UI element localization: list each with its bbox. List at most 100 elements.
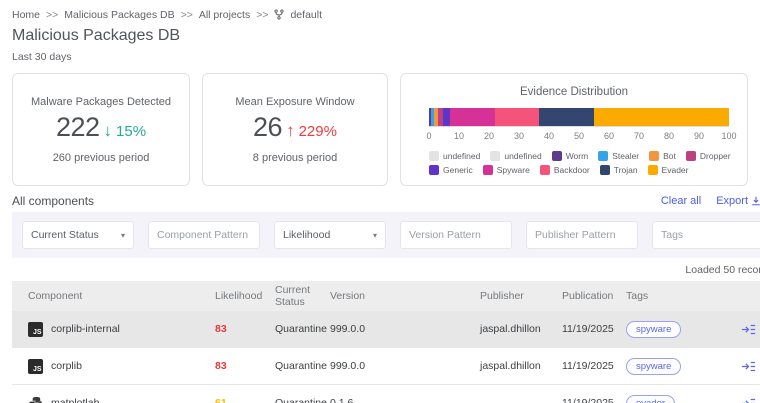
tag-chip[interactable]: spyware bbox=[626, 358, 681, 375]
legend-item-undefined[interactable]: undefined bbox=[490, 151, 541, 161]
table-row[interactable]: JS corplib-internal 83 Quarantine 999.0.… bbox=[12, 311, 760, 348]
js-package-icon: JS bbox=[28, 359, 43, 374]
stat-delta: 229% bbox=[299, 123, 337, 140]
breadcrumb-home[interactable]: Home bbox=[12, 9, 40, 21]
x-tick-label: 70 bbox=[634, 131, 644, 141]
version-value: 999.0.0 bbox=[330, 323, 480, 335]
tag-chip[interactable]: evader bbox=[626, 395, 675, 403]
legend-item-Generic[interactable]: Generic bbox=[429, 165, 473, 175]
legend-item-Worm[interactable]: Worm bbox=[552, 151, 589, 161]
export-label: Export bbox=[716, 195, 748, 207]
stat-label: Malware Packages Detected bbox=[31, 96, 171, 108]
legend-label: Evader bbox=[662, 165, 689, 175]
column-header-version: Version bbox=[330, 290, 480, 302]
breadcrumb-all-projects[interactable]: All projects bbox=[199, 9, 250, 21]
x-tick-label: 100 bbox=[721, 131, 736, 141]
legend-label: Spyware bbox=[497, 165, 530, 175]
legend-item-Evader[interactable]: Evader bbox=[648, 165, 689, 175]
x-tick-label: 90 bbox=[694, 131, 704, 141]
table-header-row: Component Likelihood Current Status Vers… bbox=[12, 281, 760, 311]
column-header-tags: Tags bbox=[626, 290, 728, 302]
bar-segment-Generic[interactable] bbox=[443, 108, 451, 126]
stacked-bar bbox=[429, 108, 729, 127]
malicious-packages-page: Home >> Malicious Packages DB >> All pro… bbox=[0, 0, 760, 403]
table-row[interactable]: JS corplib 83 Quarantine 999.0.0 jaspal.… bbox=[12, 348, 760, 385]
page-title: Malicious Packages DB bbox=[12, 27, 748, 45]
legend-label: Stealer bbox=[612, 151, 639, 161]
download-icon bbox=[751, 196, 760, 206]
filter-selected-value: Likelihood bbox=[283, 229, 330, 241]
bar-segment-Evader[interactable] bbox=[594, 108, 729, 126]
components-table: Component Likelihood Current Status Vers… bbox=[12, 281, 760, 403]
export-button[interactable]: Export bbox=[716, 195, 760, 207]
summary-cards-row: Malware Packages Detected 222 ↓ 15% 260 … bbox=[12, 73, 748, 186]
legend-item-undefined[interactable]: undefined bbox=[429, 151, 480, 161]
stat-previous-period: 8 previous period bbox=[253, 152, 337, 164]
current-status-filter[interactable]: Current Status ▾ bbox=[22, 221, 134, 249]
publisher-pattern-filter[interactable] bbox=[526, 221, 638, 249]
legend-swatch bbox=[648, 165, 658, 175]
x-tick-label: 30 bbox=[514, 131, 524, 141]
trend-down-icon: ↓ bbox=[104, 121, 113, 141]
likelihood-value: 83 bbox=[215, 360, 275, 372]
breadcrumb-separator: >> bbox=[256, 9, 268, 21]
legend-label: Worm bbox=[566, 151, 589, 161]
breadcrumb-separator: >> bbox=[46, 9, 58, 21]
table-row[interactable]: matplotlab 61 Quarantine 0.1.6 11/19/202… bbox=[12, 385, 760, 403]
x-tick-label: 80 bbox=[664, 131, 674, 141]
legend-item-Dropper[interactable]: Dropper bbox=[686, 151, 731, 161]
version-pattern-filter[interactable] bbox=[400, 221, 512, 249]
filter-bar: Current Status ▾ Likelihood ▾ bbox=[12, 212, 760, 258]
tag-chip[interactable]: spyware bbox=[626, 321, 681, 338]
open-details-icon[interactable] bbox=[741, 397, 756, 403]
publisher-pattern-input[interactable] bbox=[535, 229, 629, 241]
column-header-current-status: Current Status bbox=[275, 284, 330, 308]
breadcrumb-malicious-packages-db[interactable]: Malicious Packages DB bbox=[64, 9, 174, 21]
version-pattern-input[interactable] bbox=[409, 229, 503, 241]
component-pattern-input[interactable] bbox=[157, 229, 251, 241]
bar-segment-Spyware[interactable] bbox=[450, 108, 495, 126]
legend-item-Backdoor[interactable]: Backdoor bbox=[540, 165, 590, 175]
legend-item-Spyware[interactable]: Spyware bbox=[483, 165, 530, 175]
legend-swatch bbox=[429, 151, 439, 161]
tags-filter[interactable] bbox=[652, 221, 760, 249]
likelihood-value: 83 bbox=[215, 323, 275, 335]
x-tick-label: 40 bbox=[544, 131, 554, 141]
legend-item-Stealer[interactable]: Stealer bbox=[598, 151, 639, 161]
column-header-likelihood: Likelihood bbox=[215, 290, 275, 302]
bar-segment-Backdoor[interactable] bbox=[495, 108, 539, 126]
x-axis: 0102030405060708090100 bbox=[429, 131, 729, 144]
python-package-icon bbox=[28, 396, 43, 403]
x-tick-label: 60 bbox=[604, 131, 614, 141]
clear-all-button[interactable]: Clear all bbox=[661, 195, 701, 207]
column-header-publication: Publication bbox=[562, 290, 626, 302]
legend-swatch bbox=[600, 165, 610, 175]
publication-date: 11/19/2025 bbox=[562, 397, 626, 403]
chart-legend: undefined undefined Worm Stealer Bot Dropper G… bbox=[429, 151, 733, 175]
legend-swatch bbox=[490, 151, 500, 161]
stat-label: Mean Exposure Window bbox=[235, 96, 354, 108]
js-package-icon: JS bbox=[28, 322, 43, 337]
legend-item-Bot[interactable]: Bot bbox=[649, 151, 676, 161]
likelihood-filter[interactable]: Likelihood ▾ bbox=[274, 221, 386, 249]
legend-label: Backdoor bbox=[554, 165, 590, 175]
publication-date: 11/19/2025 bbox=[562, 323, 626, 335]
date-range-label: Last 30 days bbox=[12, 51, 748, 63]
bar-segment-Trojan[interactable] bbox=[539, 108, 595, 126]
publication-date: 11/19/2025 bbox=[562, 360, 626, 372]
likelihood-value: 61 bbox=[215, 397, 275, 403]
current-status-value: Quarantine bbox=[275, 323, 330, 335]
breadcrumb-current-project[interactable]: default bbox=[290, 9, 322, 21]
component-name: matplotlab bbox=[51, 397, 99, 403]
branch-icon bbox=[274, 9, 284, 20]
legend-label: Generic bbox=[443, 165, 473, 175]
legend-swatch bbox=[483, 165, 493, 175]
open-details-icon[interactable] bbox=[741, 323, 756, 336]
breadcrumb-separator: >> bbox=[181, 9, 193, 21]
breadcrumb: Home >> Malicious Packages DB >> All pro… bbox=[12, 8, 748, 21]
open-details-icon[interactable] bbox=[741, 360, 756, 373]
component-pattern-filter[interactable] bbox=[148, 221, 260, 249]
legend-item-Trojan[interactable]: Trojan bbox=[600, 165, 638, 175]
version-value: 999.0.0 bbox=[330, 360, 480, 372]
tags-input[interactable] bbox=[661, 229, 760, 241]
